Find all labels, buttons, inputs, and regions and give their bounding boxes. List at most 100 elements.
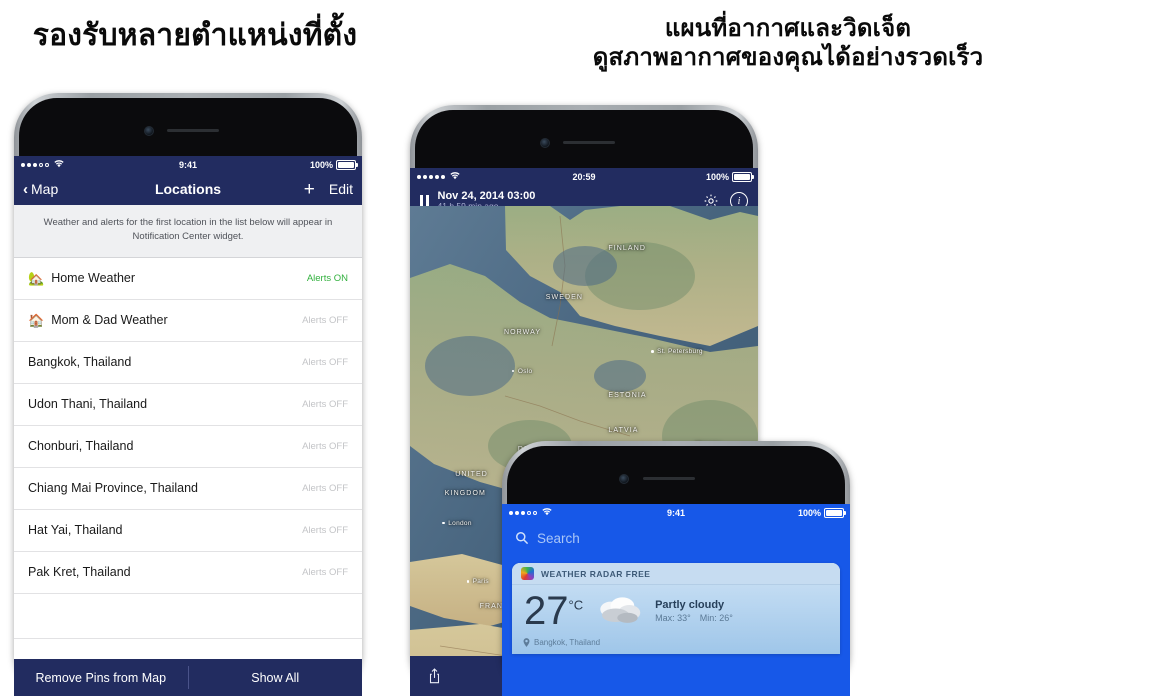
status-bar: 20:59 100%	[410, 168, 758, 185]
alerts-status-badge[interactable]: Alerts OFF	[302, 525, 348, 536]
battery-icon	[732, 171, 754, 182]
screenshot-stage: รองรับหลายตำแหน่งที่ตั้ง แผนที่อากาศและว…	[0, 0, 1176, 696]
min-temp: Min: 26°	[699, 613, 733, 623]
earpiece-speaker	[643, 477, 695, 480]
nav-row: ‹ Map Locations + Edit	[14, 173, 362, 205]
location-row[interactable]: Pak Kret, Thailand Alerts OFF	[14, 552, 362, 594]
location-name: Mom & Dad Weather	[51, 313, 168, 327]
map-label: Oslo	[512, 367, 533, 375]
home-icon: 🏡	[28, 270, 45, 286]
alerts-status-badge[interactable]: Alerts OFF	[302, 357, 348, 368]
battery-indicator: 100%	[797, 507, 846, 518]
locations-list: 🏡 Home Weather Alerts ON 🏠 Mom & Dad Weather…	[14, 257, 362, 594]
phone-mockup-widget: 9:41 100% Search WEATHER RADAR FREE 27°C…	[502, 441, 850, 696]
battery-indicator: 100%	[309, 159, 358, 170]
alerts-status-badge[interactable]: Alerts ON	[307, 273, 348, 284]
temperature-unit: °C	[568, 597, 584, 613]
location-name: Udon Thani, Thailand	[28, 397, 148, 411]
front-camera-icon	[540, 138, 550, 148]
map-label: UNITED	[455, 470, 488, 478]
location-row[interactable]: Chiang Mai Province, Thailand Alerts OFF	[14, 468, 362, 510]
current-temperature: 27°C	[524, 589, 584, 633]
front-camera-icon	[619, 474, 629, 484]
earpiece-speaker	[563, 141, 615, 144]
page-title-right: แผนที่อากาศและวิดเจ็ต ดูสภาพอากาศของคุณไ…	[400, 14, 1176, 73]
location-name: Pak Kret, Thailand	[28, 565, 131, 579]
location-row[interactable]: 🏠 Mom & Dad Weather Alerts OFF	[14, 300, 362, 342]
notification-center-note: Weather and alerts for the first locatio…	[14, 205, 362, 258]
map-label: KINGDOM	[444, 490, 486, 498]
location-name: Chonburi, Thailand	[28, 439, 134, 453]
condition-block: Partly cloudy Max: 33° Min: 26°	[655, 599, 742, 623]
earpiece-speaker	[167, 129, 219, 132]
widget-location: Bangkok, Thailand	[534, 638, 601, 647]
location-row[interactable]: Bangkok, Thailand Alerts OFF	[14, 342, 362, 384]
share-icon[interactable]	[428, 668, 441, 684]
map-label: FINLAND	[608, 245, 647, 253]
phone-mockup-locations: 9:41 100% ‹ Map Locations + Edit Weather…	[14, 93, 362, 696]
temperature-value: 27	[524, 589, 569, 633]
minmax-text: Max: 33° Min: 26°	[655, 613, 742, 623]
map-label: Paris	[466, 578, 489, 586]
home-icon: 🏠	[28, 312, 45, 328]
bottom-toolbar: Remove Pins from Map Show All	[14, 659, 362, 696]
partly-cloudy-icon	[593, 594, 645, 628]
battery-icon	[824, 507, 846, 518]
status-bar: 9:41 100%	[502, 504, 850, 521]
condition-text: Partly cloudy	[655, 599, 725, 611]
edit-button[interactable]: Edit	[329, 181, 353, 197]
location-row[interactable]: Udon Thani, Thailand Alerts OFF	[14, 384, 362, 426]
chevron-left-icon: ‹	[23, 180, 28, 198]
list-empty-space	[14, 593, 362, 639]
page-title-right-line2: ดูสภาพอากาศของคุณได้อย่างรวดเร็ว	[592, 44, 984, 72]
alerts-status-badge[interactable]: Alerts OFF	[302, 399, 348, 410]
pin-icon	[523, 638, 530, 647]
search-placeholder: Search	[537, 530, 580, 546]
location-name: Chiang Mai Province, Thailand	[28, 481, 199, 495]
battery-percent: 100%	[705, 171, 729, 182]
show-all-button[interactable]: Show All	[189, 671, 363, 685]
back-label: Map	[31, 181, 59, 197]
widget-header: WEATHER RADAR FREE	[512, 563, 840, 585]
navigation-bar: 9:41 100% ‹ Map Locations + Edit	[14, 156, 362, 205]
page-title-left: รองรับหลายตำแหน่งที่ตั้ง	[32, 19, 358, 52]
search-icon	[515, 531, 529, 545]
map-label: NORWAY	[503, 328, 542, 336]
notification-center: 9:41 100% Search	[502, 504, 850, 555]
max-temp: Max: 33°	[655, 613, 691, 623]
front-camera-icon	[144, 126, 154, 136]
map-label: SWEDEN	[545, 294, 584, 302]
map-label: LATVIA	[608, 426, 639, 434]
alerts-status-badge[interactable]: Alerts OFF	[302, 483, 348, 494]
map-label: ESTONIA	[608, 392, 647, 400]
remove-pins-button[interactable]: Remove Pins from Map	[14, 671, 188, 685]
map-label: St. Petersburg	[651, 348, 703, 356]
map-label: London	[442, 519, 472, 527]
alerts-status-badge[interactable]: Alerts OFF	[302, 315, 348, 326]
widget-app-name: WEATHER RADAR FREE	[541, 568, 651, 579]
back-to-map-button[interactable]: ‹ Map	[23, 181, 58, 197]
phone3-screen: 9:41 100% Search WEATHER RADAR FREE 27°C…	[502, 504, 850, 696]
weather-widget[interactable]: WEATHER RADAR FREE 27°C Partly cloudy Ma…	[512, 563, 840, 654]
battery-indicator: 100%	[705, 171, 754, 182]
location-name: Hat Yai, Thailand	[28, 523, 123, 537]
alerts-status-badge[interactable]: Alerts OFF	[302, 441, 348, 452]
alerts-status-badge[interactable]: Alerts OFF	[302, 567, 348, 578]
app-logo-icon	[521, 567, 534, 580]
phone1-screen: 9:41 100% ‹ Map Locations + Edit Weather…	[14, 156, 362, 696]
status-bar: 9:41 100%	[14, 156, 362, 173]
widget-body: 27°C Partly cloudy Max: 33° Min: 26°	[512, 585, 840, 634]
add-location-button[interactable]: +	[304, 180, 315, 199]
page-title-right-line1: แผนที่อากาศและวิดเจ็ต	[664, 15, 912, 42]
location-row[interactable]: Chonburi, Thailand Alerts OFF	[14, 426, 362, 468]
battery-icon	[336, 159, 358, 170]
location-name: Home Weather	[51, 271, 136, 285]
search-input[interactable]: Search	[502, 521, 850, 555]
nav-actions: + Edit	[304, 180, 353, 199]
widget-footer: Bangkok, Thailand	[512, 634, 840, 654]
battery-percent: 100%	[309, 159, 333, 170]
location-name: Bangkok, Thailand	[28, 355, 132, 369]
location-row[interactable]: Hat Yai, Thailand Alerts OFF	[14, 510, 362, 552]
location-row[interactable]: 🏡 Home Weather Alerts ON	[14, 258, 362, 300]
battery-percent: 100%	[797, 507, 821, 518]
